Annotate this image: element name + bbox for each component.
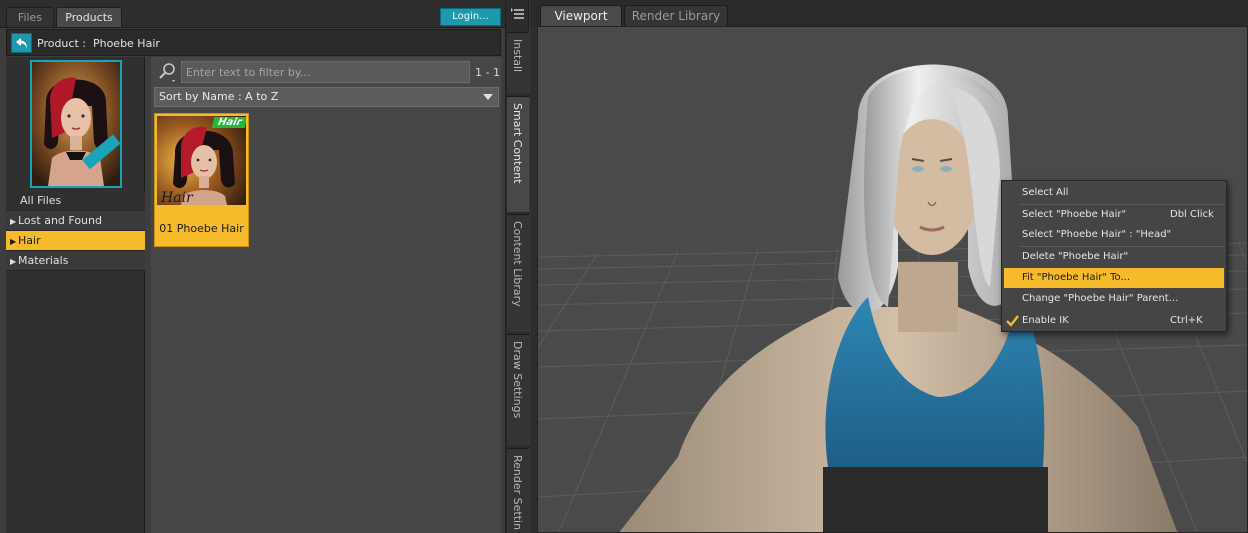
tab-render-library[interactable]: Render Library bbox=[624, 5, 728, 26]
menu-item-fit-to[interactable]: Fit "Phoebe Hair" To... bbox=[1004, 268, 1224, 288]
hair-badge: Hair bbox=[211, 117, 246, 128]
tab-label: Install bbox=[511, 39, 524, 73]
menu-item-select-all[interactable]: Select All bbox=[1004, 183, 1224, 203]
menu-item-delete[interactable]: Delete "Phoebe Hair" bbox=[1004, 247, 1224, 267]
menu-item-label: Enable IK bbox=[1022, 315, 1069, 326]
viewport-tabbar: Viewport Render Library bbox=[530, 0, 1248, 26]
tab-smart-content[interactable]: Smart Content bbox=[507, 96, 529, 212]
tab-products[interactable]: Products bbox=[56, 7, 122, 27]
menu-item-shortcut: Ctrl+K bbox=[1170, 315, 1203, 326]
back-arrow-icon bbox=[16, 38, 27, 49]
login-button[interactable]: Login... bbox=[440, 8, 501, 26]
search-input[interactable] bbox=[181, 61, 470, 83]
breadcrumb-label: Product : Phoebe Hair bbox=[37, 37, 160, 50]
menu-icon[interactable] bbox=[509, 5, 527, 23]
search-icon[interactable] bbox=[157, 61, 179, 83]
menu-item-enable-ik[interactable]: Enable IK Ctrl+K bbox=[1004, 311, 1224, 331]
tab-label: Smart Content bbox=[511, 103, 524, 184]
category-materials[interactable]: ▶ Materials bbox=[6, 251, 145, 271]
expand-arrow-icon[interactable]: ▶ bbox=[10, 212, 18, 232]
hair-preview-image: Hair bbox=[157, 116, 246, 205]
category-panel: All Files ▶ Lost and Found ▶ Hair ▶ Materia… bbox=[6, 57, 145, 533]
tab-install[interactable]: Install bbox=[507, 32, 529, 94]
menu-item-change-parent[interactable]: Change "Phoebe Hair" Parent... bbox=[1004, 289, 1224, 309]
expand-arrow-icon[interactable]: ▶ bbox=[10, 252, 18, 272]
menu-item-label: Select All bbox=[1022, 187, 1069, 198]
category-hair[interactable]: ▶ Hair bbox=[6, 231, 145, 251]
tab-label: Content Library bbox=[511, 221, 524, 307]
tab-label: Draw Settings bbox=[511, 341, 524, 419]
product-thumbnail[interactable] bbox=[30, 60, 122, 188]
sort-value: Sort by Name : A to Z bbox=[159, 90, 279, 103]
tab-label: Render Settin bbox=[511, 455, 524, 531]
menu-item-label: Change "Phoebe Hair" Parent... bbox=[1022, 293, 1179, 304]
category-lost-and-found[interactable]: ▶ Lost and Found bbox=[6, 211, 145, 231]
product-item-card[interactable]: Hair Hair 01 Phoebe Hair bbox=[154, 113, 249, 247]
menu-item-select-node[interactable]: Select "Phoebe Hair" Dbl Click bbox=[1004, 205, 1224, 225]
tab-files[interactable]: Files bbox=[6, 7, 54, 27]
category-list: All Files ▶ Lost and Found ▶ Hair ▶ Materia… bbox=[6, 191, 145, 271]
menu-item-select-bone[interactable]: Select "Phoebe Hair" : "Head" bbox=[1004, 225, 1224, 245]
item-label: 01 Phoebe Hair bbox=[159, 222, 244, 235]
result-count: 1 - 1 bbox=[475, 66, 500, 79]
back-button[interactable] bbox=[11, 33, 32, 53]
category-label: Lost and Found bbox=[18, 214, 102, 227]
side-tab-strip: Install Smart Content Content Library Dr… bbox=[505, 0, 529, 533]
product-portrait-image bbox=[32, 62, 120, 186]
menu-item-label: Select "Phoebe Hair" : "Head" bbox=[1022, 229, 1172, 240]
checkmark-icon bbox=[1006, 315, 1019, 327]
content-grid: 1 - 1 Sort by Name : A to Z bbox=[151, 57, 501, 533]
tab-content-library[interactable]: Content Library bbox=[507, 214, 529, 332]
sort-dropdown[interactable]: Sort by Name : A to Z bbox=[154, 87, 499, 107]
content-tabbar: Files Products Login... bbox=[0, 0, 505, 28]
menu-item-label: Select "Phoebe Hair" bbox=[1022, 209, 1127, 220]
tab-render-settings[interactable]: Render Settin bbox=[507, 448, 529, 533]
breadcrumb: Product : Phoebe Hair bbox=[6, 29, 501, 56]
thumb-caption: Hair bbox=[160, 190, 194, 205]
chevron-down-icon bbox=[483, 94, 493, 100]
item-thumbnail: Hair Hair bbox=[157, 116, 246, 205]
tab-draw-settings[interactable]: Draw Settings bbox=[507, 334, 529, 446]
menu-item-label: Delete "Phoebe Hair" bbox=[1022, 251, 1129, 262]
tab-viewport[interactable]: Viewport bbox=[540, 5, 622, 26]
category-label: Hair bbox=[18, 234, 41, 247]
category-label: Materials bbox=[18, 254, 69, 267]
expand-arrow-icon[interactable]: ▶ bbox=[10, 232, 18, 252]
filter-row: 1 - 1 bbox=[151, 59, 501, 83]
content-library-pane: Files Products Login... Product : Phoebe… bbox=[0, 0, 505, 533]
context-menu: Select All Select "Phoebe Hair" Dbl Clic… bbox=[1001, 180, 1227, 332]
menu-item-label: Fit "Phoebe Hair" To... bbox=[1022, 272, 1131, 283]
menu-item-shortcut: Dbl Click bbox=[1170, 209, 1214, 220]
category-all-files[interactable]: All Files bbox=[6, 191, 145, 211]
